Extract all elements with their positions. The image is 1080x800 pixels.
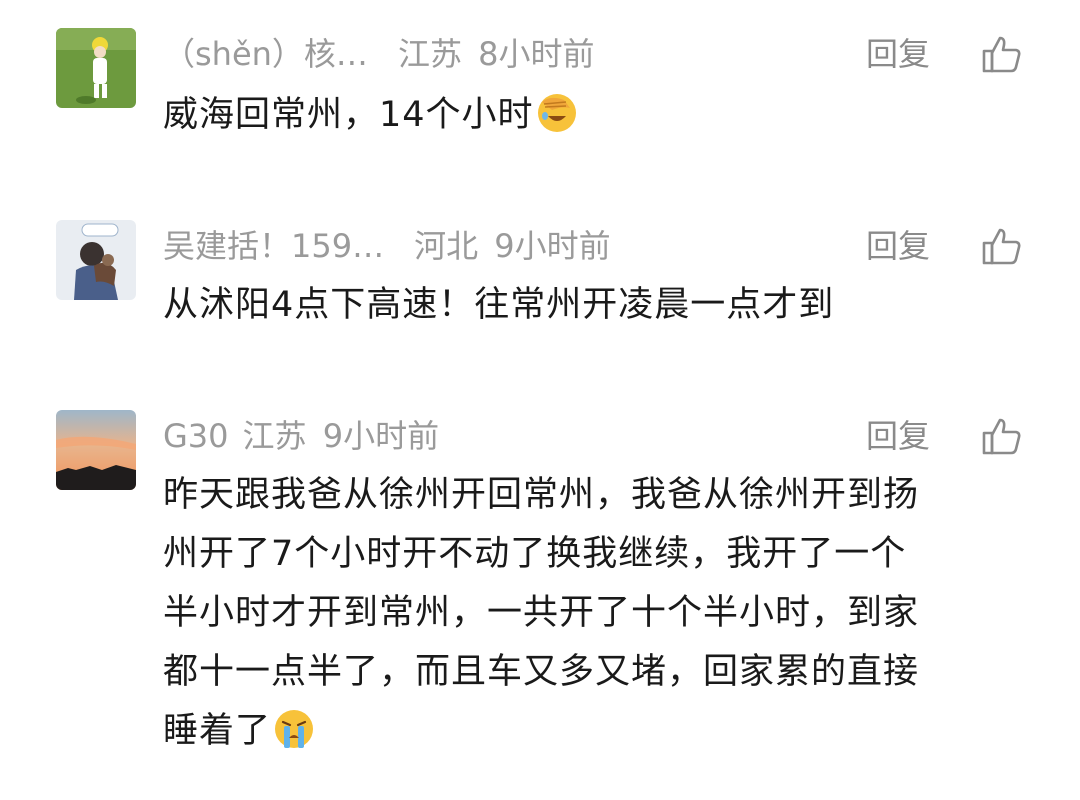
username[interactable]: 吴建括！159… — [163, 227, 384, 265]
username[interactable]: （shěn）核… — [163, 35, 368, 73]
comment-text: 威海回常州，14个小时 — [163, 86, 1023, 145]
comment-text: 从沭阳4点下高速！往常州开凌晨一点才到 — [163, 276, 1023, 335]
comment-line: 半小时才开到常州，一共开了十个半小时，到家 — [163, 593, 920, 633]
thumbs-up-icon[interactable] — [980, 32, 1024, 76]
location: 江苏 — [242, 417, 307, 455]
reply-button[interactable]: 回复 — [866, 224, 930, 268]
comment-meta: G30 江苏 9小时前 — [163, 414, 439, 458]
avatar[interactable] — [56, 410, 136, 490]
thumbs-up-icon[interactable] — [980, 224, 1024, 268]
comment-line-last: 睡着了 — [163, 702, 1023, 761]
comment-meta: （shěn）核… 江苏 8小时前 — [163, 32, 595, 76]
comment-body: 威海回常州，14个小时 — [163, 95, 534, 135]
comment-line: 都十一点半了，而且车又多又堵，回家累的直接 — [163, 652, 920, 692]
reply-button[interactable]: 回复 — [866, 414, 930, 458]
comment-list: （shěn）核… 江苏 8小时前 回复 威海回常州，14个小时 吴建括！159…… — [0, 0, 1080, 800]
thumbs-up-icon[interactable] — [980, 414, 1024, 458]
location: 河北 — [414, 227, 479, 265]
comment-body: 从沭阳4点下高速！往常州开凌晨一点才到 — [163, 285, 835, 325]
reply-button[interactable]: 回复 — [866, 32, 930, 76]
timestamp: 9小时前 — [494, 227, 611, 265]
crying-emoji — [273, 708, 315, 750]
username[interactable]: G30 — [163, 417, 229, 455]
comment-line: 州开了7个小时开不动了换我继续，我开了一个 — [163, 534, 907, 574]
comment-meta: 吴建括！159… 河北 9小时前 — [163, 224, 611, 268]
location: 江苏 — [397, 35, 462, 73]
timestamp: 8小时前 — [478, 35, 595, 73]
comment-line: 睡着了 — [163, 711, 272, 751]
avatar[interactable] — [56, 28, 136, 108]
comment-line: 昨天跟我爸从徐州开回常州，我爸从徐州开到扬 — [163, 475, 920, 515]
timestamp: 9小时前 — [322, 417, 440, 455]
face-palm-emoji — [536, 92, 578, 134]
comment-text: 昨天跟我爸从徐州开回常州，我爸从徐州开到扬 州开了7个小时开不动了换我继续，我开… — [163, 466, 1023, 761]
avatar[interactable] — [56, 220, 136, 300]
